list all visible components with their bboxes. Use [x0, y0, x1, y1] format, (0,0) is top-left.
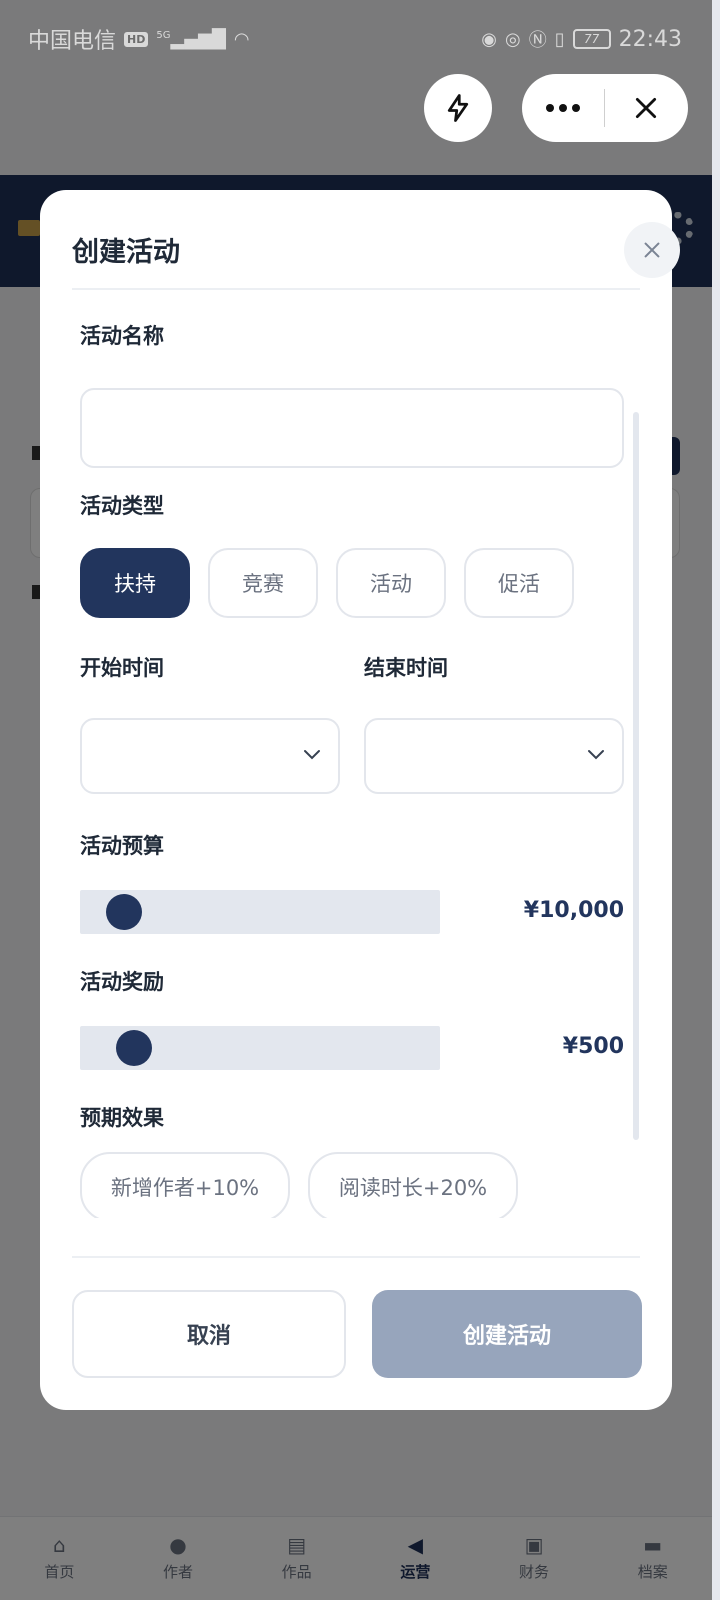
dialog-close-button[interactable]: [624, 222, 680, 278]
status-bar: 中国电信 HD 5G▂▄▆█ ◠ ◉ ◎ Ⓝ ▯ 77 22:43: [0, 0, 712, 78]
end-time-label: 结束时间: [364, 656, 448, 680]
more-dot: [572, 104, 580, 112]
chevron-down-icon: [588, 750, 604, 760]
budget-value: ¥10,000: [523, 898, 624, 923]
signal-icon: 5G▂▄▆█: [156, 28, 226, 50]
capsule-close-button[interactable]: [605, 74, 687, 142]
more-dots-icon: [546, 104, 554, 112]
hd-badge: HD: [124, 31, 149, 47]
eye-icon: ◎: [504, 28, 521, 50]
data-saver-icon: ◉: [481, 28, 497, 50]
activity-name-label: 活动名称: [80, 324, 164, 348]
type-chip-promotion[interactable]: 促活: [464, 548, 574, 618]
more-dot: [559, 104, 567, 112]
reward-slider[interactable]: [80, 1026, 440, 1070]
dialog-footer: 取消 创建活动: [72, 1256, 642, 1386]
effect-chip-new-authors[interactable]: 新增作者+10%: [80, 1152, 290, 1218]
lightning-button[interactable]: [424, 74, 492, 142]
nfc-icon: Ⓝ: [528, 30, 547, 51]
chevron-down-icon: [304, 750, 320, 760]
type-chip-contest[interactable]: 竞赛: [208, 548, 318, 618]
cancel-button[interactable]: 取消: [72, 1290, 346, 1378]
start-time-label: 开始时间: [80, 656, 164, 680]
carrier-name: 中国电信: [28, 29, 117, 54]
budget-slider[interactable]: [80, 890, 440, 934]
effect-chip-reading-time[interactable]: 阅读时长+20%: [308, 1152, 518, 1218]
dialog-header: 创建活动: [72, 218, 680, 290]
effect-chip-row: 新增作者+10% 阅读时长+20%: [40, 1152, 672, 1218]
start-time-select[interactable]: [80, 718, 340, 794]
scrollbar[interactable]: [633, 412, 639, 1140]
end-time-select[interactable]: [364, 718, 624, 794]
network-type: 5G: [156, 29, 171, 41]
wifi-icon: ◠: [233, 28, 250, 50]
create-activity-dialog: 创建活动 活动名称 活动类型 扶持 竞赛 活动 促活 开始时间 结束时间 活动预…: [40, 190, 680, 1410]
create-activity-button[interactable]: 创建活动: [372, 1290, 642, 1378]
screen-edge: [712, 0, 720, 1600]
battery-icon: 77: [572, 29, 611, 49]
clock: 22:43: [618, 26, 682, 52]
activity-name-input[interactable]: [80, 388, 624, 468]
close-icon: [644, 242, 660, 258]
more-button[interactable]: [522, 74, 604, 142]
dialog-title: 创建活动: [72, 237, 180, 268]
budget-slider-thumb[interactable]: [106, 894, 142, 930]
reward-value: ¥500: [562, 1034, 624, 1059]
type-chip-support[interactable]: 扶持: [80, 548, 190, 618]
reward-slider-thumb[interactable]: [116, 1030, 152, 1066]
lightning-icon: [447, 94, 469, 122]
type-chip-event[interactable]: 活动: [336, 548, 446, 618]
activity-type-label: 活动类型: [80, 494, 164, 518]
mini-program-capsule: [522, 74, 688, 142]
budget-label: 活动预算: [80, 834, 164, 858]
close-icon: [635, 97, 657, 119]
reward-label: 活动奖励: [80, 970, 164, 994]
expected-effect-label: 预期效果: [80, 1106, 164, 1130]
vibrate-icon: ▯: [554, 28, 565, 50]
